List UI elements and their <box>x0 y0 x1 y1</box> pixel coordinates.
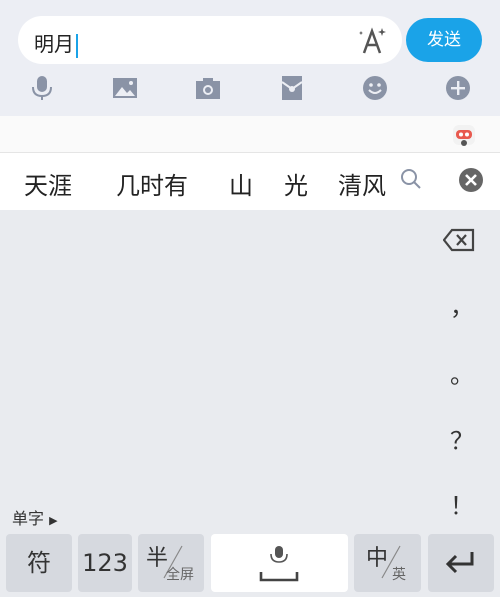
voice-space-icon <box>259 546 299 582</box>
ai-text-icon[interactable] <box>356 25 388 57</box>
space-key[interactable] <box>211 534 348 592</box>
search-icon[interactable] <box>398 166 424 192</box>
punctuation-exclamation[interactable]: ！ <box>444 486 480 521</box>
enter-key[interactable] <box>428 534 494 592</box>
symbol-key[interactable]: 符 <box>6 534 72 592</box>
backspace-icon[interactable] <box>443 227 475 253</box>
full-width-label: 全屏 <box>166 567 194 583</box>
punctuation-comma[interactable]: ， <box>444 287 480 322</box>
close-candidates-icon[interactable] <box>458 167 484 193</box>
chinese-english-key[interactable]: 中 英 <box>354 534 421 592</box>
candidate-word[interactable]: 天涯 <box>24 166 72 201</box>
emoji-icon[interactable] <box>361 74 389 102</box>
add-icon[interactable] <box>444 74 472 102</box>
text-caret <box>76 33 78 58</box>
candidate-word[interactable]: 几时有 <box>116 166 188 201</box>
candidate-word[interactable]: 山 <box>229 166 253 201</box>
assistant-robot-icon[interactable] <box>451 122 477 148</box>
send-button[interactable]: 发送 <box>406 18 482 62</box>
image-icon[interactable] <box>111 74 139 102</box>
number-key[interactable]: 123 <box>78 534 132 592</box>
red-packet-icon[interactable] <box>278 74 306 102</box>
english-label: 英 <box>392 567 406 583</box>
triangle-right-icon: ▶ <box>49 514 58 527</box>
single-char-label: 单字 <box>12 509 45 528</box>
number-key-label: 123 <box>82 549 128 577</box>
camera-icon[interactable] <box>194 74 222 102</box>
symbol-key-label: 符 <box>27 549 51 577</box>
message-input[interactable]: 明月 <box>18 16 402 64</box>
single-char-toggle[interactable]: 单字 ▶ <box>12 505 58 529</box>
punctuation-period[interactable]: 。 <box>444 355 480 390</box>
candidate-word[interactable]: 光 <box>284 166 308 201</box>
input-value: 明月 <box>34 32 74 56</box>
keyboard-assistant-bar <box>0 116 500 152</box>
punctuation-question[interactable]: ？ <box>444 421 480 456</box>
half-full-width-key[interactable]: 半 全屏 <box>138 534 204 592</box>
enter-icon <box>445 552 474 574</box>
candidate-word[interactable]: 清风 <box>338 166 386 198</box>
microphone-icon[interactable] <box>28 74 56 102</box>
